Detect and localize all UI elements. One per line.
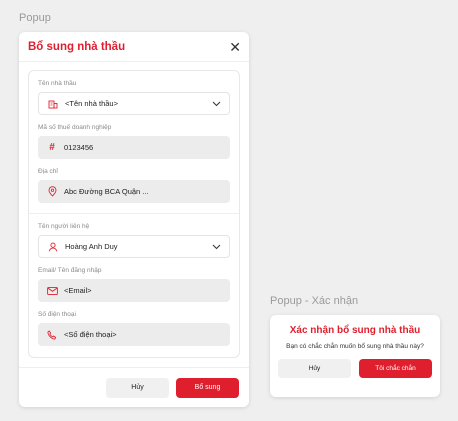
chevron-down-icon [212, 101, 222, 107]
email-value: <Email> [64, 286, 92, 295]
dialog-header: Bổ sung nhà thầu ✕ [19, 32, 249, 62]
phone-field[interactable]: <Số điện thoại> [38, 323, 230, 346]
add-button[interactable]: Bổ sung [176, 377, 239, 398]
phone-icon [45, 330, 59, 340]
phone-label: Số điện thoại [38, 311, 76, 318]
contractor-form: Tên nhà thầu <Tên nhà thầu> Mã số thuế d… [28, 70, 240, 358]
contact-name-select[interactable]: Hoàng Anh Duy [38, 235, 230, 258]
user-icon [46, 242, 60, 252]
popup-section-label: Popup [19, 12, 51, 24]
hash-icon: # [49, 142, 55, 153]
tax-code-field[interactable]: # 0123456 [38, 136, 230, 159]
contractor-name-select[interactable]: <Tên nhà thầu> [38, 92, 230, 115]
location-pin-icon [45, 186, 59, 197]
address-label: Địa chỉ [38, 168, 58, 175]
tax-code-label: Mã số thuế doanh nghiệp [38, 124, 112, 131]
cancel-button[interactable]: Hủy [106, 377, 169, 398]
confirm-message: Bạn có chắc chắn muốn bổ sung nhà thầu n… [286, 343, 424, 350]
form-divider [29, 213, 239, 214]
address-value: Abc Đường BCA Quận ... [64, 187, 149, 196]
phone-value: <Số điện thoại> [64, 330, 117, 339]
mail-icon [45, 286, 59, 295]
address-field[interactable]: Abc Đường BCA Quận ... [38, 180, 230, 203]
dialog-title: Bổ sung nhà thầu [28, 40, 126, 53]
confirm-dialog: Xác nhận bổ sung nhà thầu Bạn có chắc ch… [270, 315, 440, 397]
contact-name-label: Tên người liên hệ [38, 223, 90, 230]
confirm-actions: Hủy Tôi chắc chắn [278, 359, 432, 378]
tax-code-value: 0123456 [64, 143, 94, 152]
confirm-popup-section-label: Popup - Xác nhận [270, 295, 359, 307]
email-field[interactable]: <Email> [38, 279, 230, 302]
contact-name-value: Hoàng Anh Duy [65, 242, 118, 251]
building-icon [46, 99, 60, 109]
confirm-cancel-button[interactable]: Hủy [278, 359, 351, 378]
confirm-title: Xác nhận bổ sung nhà thầu [289, 325, 421, 336]
chevron-down-icon [212, 244, 222, 250]
confirm-ok-button[interactable]: Tôi chắc chắn [359, 359, 432, 378]
contractor-name-label: Tên nhà thầu [38, 80, 77, 87]
email-label: Email/ Tên đăng nhập [38, 267, 102, 274]
add-contractor-dialog: Bổ sung nhà thầu ✕ Tên nhà thầu <Tên nhà… [19, 32, 249, 407]
close-icon[interactable]: ✕ [229, 40, 241, 54]
contractor-name-value: <Tên nhà thầu> [65, 99, 118, 108]
dialog-footer: Hủy Bổ sung [19, 367, 249, 407]
